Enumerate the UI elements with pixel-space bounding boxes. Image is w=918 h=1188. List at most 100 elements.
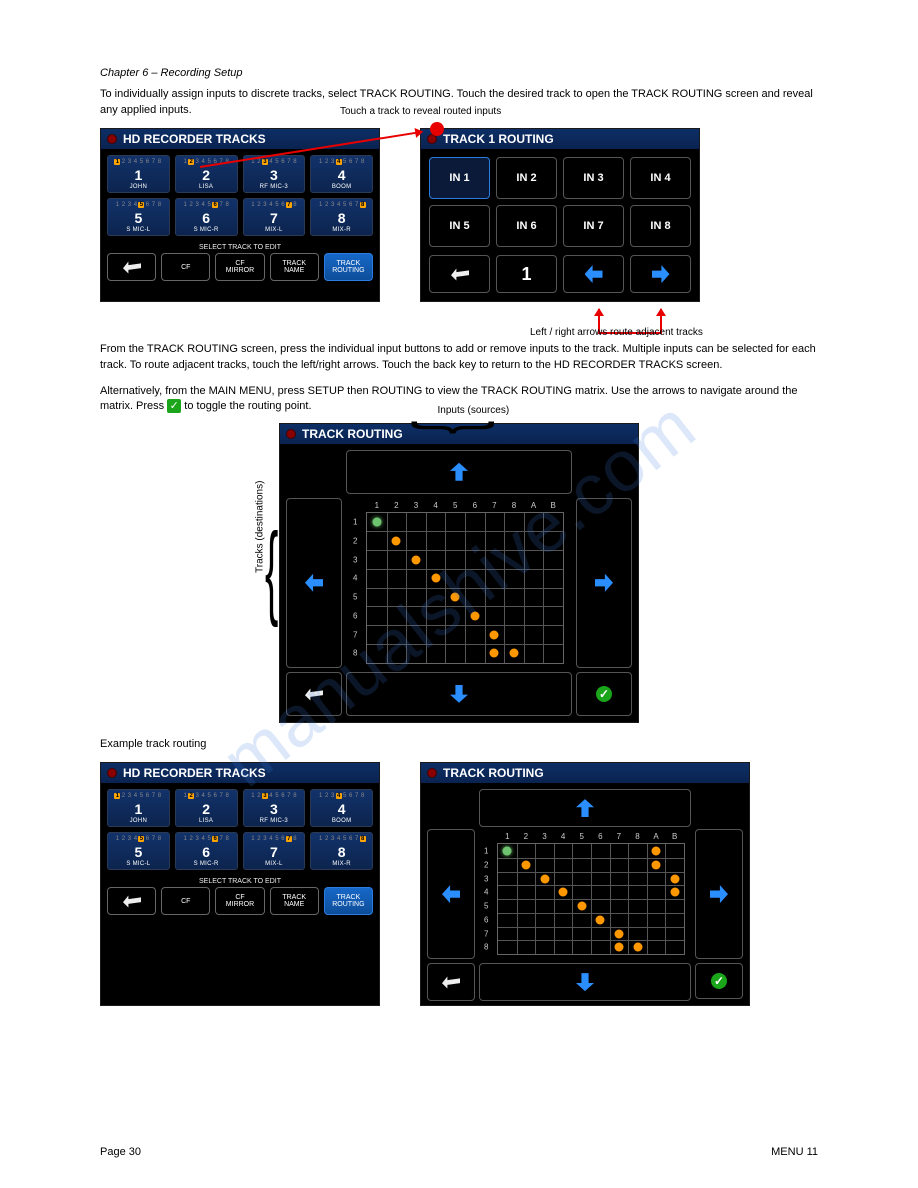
track-label: S MIC-L — [110, 227, 167, 233]
track-number: 4 — [313, 167, 370, 183]
cf-button[interactable]: CF — [161, 253, 210, 281]
panel-title-bar: HD RECORDER TRACKS — [101, 763, 379, 783]
back-icon — [123, 894, 141, 909]
paragraph-4: Example track routing — [100, 737, 818, 752]
track-number: 6 — [178, 210, 235, 226]
matrix-col-label: 5 — [579, 832, 583, 841]
matrix-route-dot — [652, 860, 661, 869]
matrix-row-label: 4 — [484, 888, 488, 897]
input-button[interactable]: IN 4 — [630, 157, 691, 199]
nav-down-button[interactable] — [346, 672, 572, 716]
input-button[interactable]: IN 2 — [496, 157, 557, 199]
track-cell[interactable]: 123456781JOHN — [107, 155, 170, 193]
nav-down-button[interactable] — [479, 963, 691, 1001]
track-cell[interactable]: 123456786S MIC-R — [175, 832, 238, 870]
track-cell[interactable]: 123456784BOOM — [310, 789, 373, 827]
matrix-route-dot — [596, 915, 605, 924]
nav-up-button[interactable] — [479, 789, 691, 827]
panel-title-bar: TRACK ROUTING — [421, 763, 749, 783]
back-button[interactable] — [286, 672, 342, 716]
matrix-col-label: 6 — [598, 832, 602, 841]
track-routing-panel: TRACK 1 ROUTING IN 1IN 2IN 3IN 4IN 5IN 6… — [420, 128, 700, 302]
matrix-col-label: A — [653, 832, 658, 841]
input-button[interactable]: IN 3 — [563, 157, 624, 199]
matrix-row-label: 8 — [484, 943, 488, 952]
track-number: 2 — [178, 801, 235, 817]
arrow-down-icon — [576, 973, 594, 991]
confirm-button[interactable]: ✓ — [576, 672, 632, 716]
track-number: 3 — [246, 801, 303, 817]
track-number: 2 — [178, 167, 235, 183]
track-name-button[interactable]: TRACK NAME — [270, 253, 319, 281]
annotation-label: Touch a track to reveal routed inputs — [340, 106, 501, 117]
nav-right-button[interactable] — [695, 829, 743, 959]
track-number: 1 — [110, 167, 167, 183]
matrix-route-dot — [633, 943, 642, 952]
track-cell[interactable]: 123456785S MIC-L — [107, 832, 170, 870]
track-cell[interactable]: 123456783RF MIC-3 — [243, 789, 306, 827]
panel-title: TRACK ROUTING — [443, 766, 544, 780]
track-cell[interactable]: 123456783RF MIC-3 — [243, 155, 306, 193]
record-indicator-icon — [286, 429, 296, 439]
nav-left-button[interactable] — [286, 498, 342, 668]
track-cell[interactable]: 123456787MIX-L — [243, 832, 306, 870]
panel-title: HD RECORDER TRACKS — [123, 766, 266, 780]
track-label: LISA — [178, 818, 235, 824]
matrix-row-label: 6 — [484, 915, 488, 924]
nav-left-button[interactable] — [427, 829, 475, 959]
panel-title-bar: HD RECORDER TRACKS — [101, 129, 379, 149]
confirm-button[interactable]: ✓ — [695, 963, 743, 999]
track-cell[interactable]: 123456785S MIC-L — [107, 198, 170, 236]
annotation-label: Tracks (destinations) — [255, 480, 266, 572]
matrix-route-dot — [559, 888, 568, 897]
input-button[interactable]: IN 7 — [563, 205, 624, 247]
track-cell[interactable]: 123456788MIX-R — [310, 198, 373, 236]
track-number: 8 — [313, 844, 370, 860]
matrix-col-label: 4 — [433, 501, 437, 510]
back-button[interactable] — [107, 253, 156, 281]
track-routing-button[interactable]: TRACK ROUTING — [324, 887, 373, 915]
track-name-button[interactable]: TRACK NAME — [270, 887, 319, 915]
arrow-left-icon — [585, 265, 603, 283]
cf-mirror-button[interactable]: CF MIRROR — [215, 253, 264, 281]
matrix-col-label: B — [551, 501, 556, 510]
input-button[interactable]: IN 6 — [496, 205, 557, 247]
back-button[interactable] — [427, 963, 475, 1001]
track-label: S MIC-R — [178, 861, 235, 867]
prev-track-button[interactable] — [563, 255, 624, 293]
input-button[interactable]: IN 1 — [429, 157, 490, 199]
track-cell[interactable]: 123456782LISA — [175, 789, 238, 827]
check-icon: ✓ — [596, 686, 612, 702]
matrix-route-dot — [670, 874, 679, 883]
input-button[interactable]: IN 8 — [630, 205, 691, 247]
nav-up-button[interactable] — [346, 450, 572, 494]
back-button[interactable] — [429, 255, 490, 293]
matrix-route-dot — [412, 555, 421, 564]
input-button[interactable]: IN 5 — [429, 205, 490, 247]
next-track-button[interactable] — [630, 255, 691, 293]
matrix-cursor-dot — [503, 847, 512, 856]
nav-right-button[interactable] — [576, 498, 632, 668]
track-cell[interactable]: 123456786S MIC-R — [175, 198, 238, 236]
track-label: S MIC-L — [110, 861, 167, 867]
track-cell[interactable]: 123456784BOOM — [310, 155, 373, 193]
cf-button[interactable]: CF — [161, 887, 210, 915]
track-label: MIX-L — [246, 227, 303, 233]
cf-mirror-button[interactable]: CF MIRROR — [215, 887, 264, 915]
matrix-route-dot — [490, 649, 499, 658]
track-cell[interactable]: 123456788MIX-R — [310, 832, 373, 870]
matrix-route-dot — [451, 593, 460, 602]
matrix-col-label: 2 — [524, 832, 528, 841]
matrix-row-label: 6 — [353, 611, 357, 620]
track-cell[interactable]: 123456787MIX-L — [243, 198, 306, 236]
track-number: 6 — [178, 844, 235, 860]
matrix-row-label: 7 — [484, 929, 488, 938]
select-track-label: SELECT TRACK TO EDIT — [101, 876, 379, 887]
matrix-row-label: 5 — [353, 593, 357, 602]
arrow-up-icon — [450, 463, 468, 481]
arrow-left-icon — [442, 885, 460, 903]
track-cell[interactable]: 123456781JOHN — [107, 789, 170, 827]
track-routing-button[interactable]: TRACK ROUTING — [324, 253, 373, 281]
back-button[interactable] — [107, 887, 156, 915]
track-cell[interactable]: 123456782LISA — [175, 155, 238, 193]
